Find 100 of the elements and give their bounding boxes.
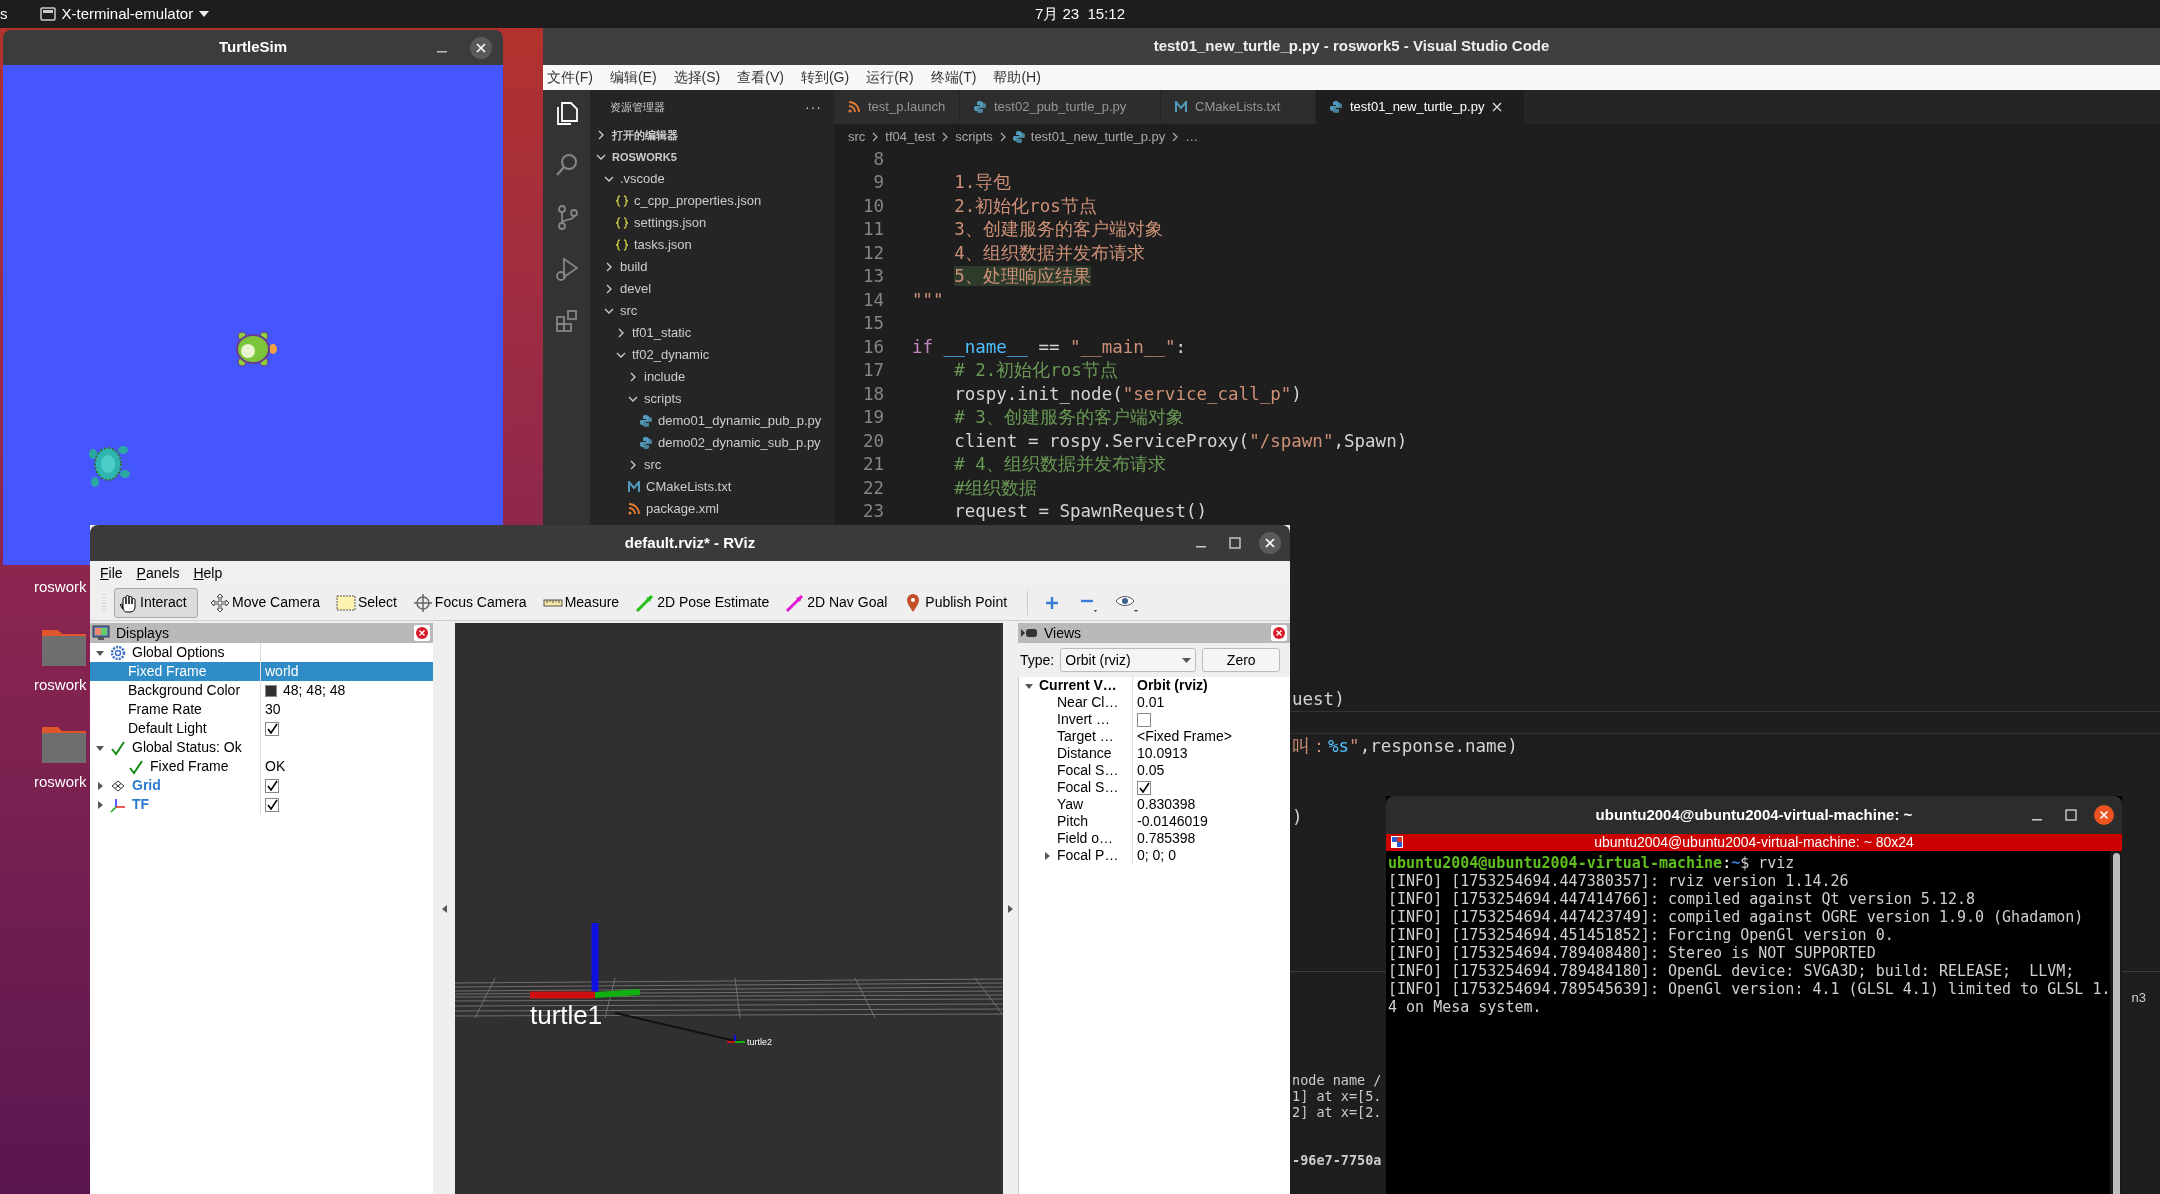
tool-button[interactable]: 2D Pose Estimate [631,587,774,618]
menu-item[interactable]: 帮助(H) [993,67,1041,88]
run-icon[interactable] [553,256,580,282]
tool-button[interactable]: Select [331,587,401,618]
property-row[interactable]: Background Color 48; 48; 48 [90,681,433,700]
chevron-down-icon[interactable] [628,394,638,404]
chevron-down-icon[interactable] [596,152,606,162]
menu-item[interactable]: File [100,562,123,584]
property-row[interactable]: Invert … [1019,711,1290,728]
folder-label[interactable]: roswork [34,674,87,697]
menu-item[interactable]: 运行(R) [866,67,914,88]
checkbox[interactable] [1137,712,1151,727]
breadcrumb-item[interactable]: scripts [955,126,993,147]
checkbox[interactable] [265,797,279,812]
extensions-icon[interactable] [553,308,580,334]
section-header[interactable]: ROSWORK5 [612,148,677,166]
color-swatch[interactable] [265,684,277,697]
maximize-icon[interactable] [2064,808,2078,822]
folder-label[interactable]: roswork [34,771,87,794]
property-row[interactable]: Grid [90,776,433,795]
tree-item[interactable]: tf02_dynamic [590,344,834,366]
editor-tab[interactable]: test01_new_turtle_p.py [1316,90,1525,124]
chevron-right-icon[interactable] [604,262,614,272]
clock[interactable]: 7月 23 15:12 [1034,2,1126,26]
chevron-right-icon[interactable] [596,130,606,140]
property-row[interactable]: Global Status: Ok [90,738,433,757]
search-icon[interactable] [553,152,580,178]
property-row[interactable]: TF [90,795,433,814]
tool-button[interactable]: Interact [114,587,198,618]
app-menu[interactable]: X-terminal-emulator [39,2,210,26]
property-row[interactable]: Fixed Frame world [90,662,433,681]
property-value[interactable]: OK [265,756,286,777]
scrollbar[interactable] [2110,851,2123,1194]
menu-item[interactable]: 终端(T) [930,67,977,88]
type-dropdown[interactable]: Orbit (rviz) [1060,648,1197,672]
chevron-down-icon[interactable] [604,306,614,316]
breadcrumb-item[interactable]: … [1185,126,1199,147]
tree-item[interactable]: tasks.json [590,234,834,256]
close-icon[interactable] [2093,804,2115,826]
tree-item[interactable]: settings.json [590,212,834,234]
menu-item[interactable]: 选择(S) [673,67,721,88]
tree-item[interactable]: CMakeLists.txt [590,476,834,498]
editor-tab[interactable]: CMakeLists.txt [1161,90,1316,124]
property-row[interactable]: Pitch -0.0146019 [1019,813,1290,830]
breadcrumb-item[interactable]: tf04_test [885,126,936,147]
expanded-arrow-icon[interactable] [96,648,104,657]
breadcrumb-item[interactable]: test01_new_turtle_p.py [1030,126,1166,147]
maximize-icon[interactable] [1228,536,1242,550]
property-row[interactable]: Current V… Orbit (rviz) [1019,677,1290,694]
property-row[interactable]: Frame Rate 30 [90,700,433,719]
editor-tab[interactable]: test02_pub_turtle_p.py [960,90,1161,124]
more-button[interactable]: ··· [805,96,822,118]
activities-button[interactable]: s [0,2,8,26]
property-row[interactable]: Focal P… 0; 0; 0 [1019,847,1290,864]
tree-item[interactable]: scripts [590,388,834,410]
tree-item[interactable]: c_cpp_properties.json [590,190,834,212]
tree-item[interactable]: include [590,366,834,388]
chevron-right-icon[interactable] [616,328,626,338]
chevron-down-icon[interactable] [604,174,614,184]
menu-item[interactable]: 编辑(E) [609,67,657,88]
property-value[interactable]: world [265,661,299,682]
close-icon[interactable] [469,36,493,60]
tool-button[interactable]: Publish Point [899,587,1012,618]
close-icon[interactable] [1492,102,1503,112]
tool-button[interactable]: 2D Nav Goal [781,587,892,618]
checkbox[interactable] [265,778,279,793]
checkbox[interactable] [1137,780,1151,795]
collapsed-arrow-icon[interactable] [96,781,104,790]
terminal-tab[interactable]: ubuntu2004@ubuntu2004-virtual-machine: ~ 80x24 [1386,834,2122,851]
checkbox[interactable] [265,721,279,736]
chevron-right-icon[interactable] [628,460,638,470]
menu-item[interactable]: 查看(V) [737,67,784,88]
property-row[interactable]: Target … <Fixed Frame> [1019,728,1290,745]
menu-item[interactable]: 转到(G) [800,67,850,88]
property-row[interactable]: Focal S… 0.05 [1019,762,1290,779]
tree-item[interactable]: src [590,454,834,476]
menu-item[interactable]: Panels [136,562,180,584]
tree-item[interactable]: package.xml [590,498,834,520]
expanded-arrow-icon[interactable] [1025,681,1033,690]
property-row[interactable]: Yaw 0.830398 [1019,796,1290,813]
property-row[interactable]: Field o… 0.785398 [1019,830,1290,847]
menu-item[interactable]: 文件(F) [547,67,593,88]
tree-item[interactable]: .vscode [590,168,834,190]
add-icon[interactable] [1044,594,1061,611]
tree-item[interactable]: src [590,300,834,322]
collapsed-arrow-icon[interactable] [96,800,104,809]
editor-tab[interactable]: test_p.launch [834,90,960,124]
tool-button[interactable]: Focus Camera [408,587,531,618]
property-row[interactable]: Near Cl… 0.01 [1019,694,1290,711]
expanded-arrow-icon[interactable] [96,743,104,752]
chevron-right-icon[interactable] [628,372,638,382]
property-row[interactable]: Default Light [90,719,433,738]
tree-item[interactable]: build [590,256,834,278]
splitter-arrow-icon[interactable] [441,904,447,913]
chevron-right-icon[interactable] [604,284,614,294]
folder-label[interactable]: roswork [34,576,87,599]
panel-label[interactable]: n3 [2131,988,2146,1008]
property-row[interactable]: Distance 10.0913 [1019,745,1290,762]
tool-button[interactable]: Move Camera [206,587,324,618]
property-value[interactable]: 30 [265,699,281,720]
